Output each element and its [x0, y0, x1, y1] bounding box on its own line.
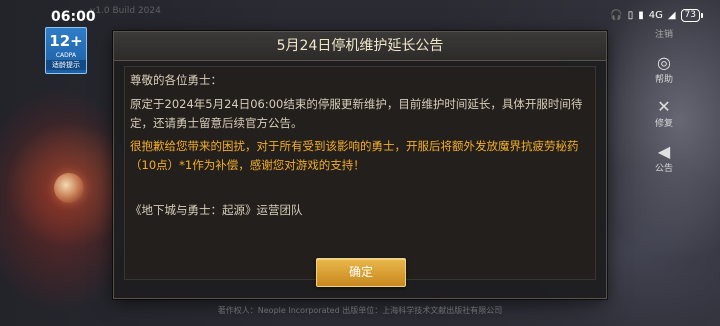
wifi-icon: ◢ — [667, 10, 676, 21]
status-icons: 🎧 ▯ ▮ 4G ◢ 73 — [610, 9, 704, 22]
age-rating-number: 12+ — [49, 32, 83, 50]
vibrate-icon: ▯ — [627, 10, 634, 21]
megaphone-icon: ◀ — [657, 142, 671, 161]
age-rating-tip: 适龄提示 — [46, 60, 86, 70]
glowing-orb-decoration — [54, 173, 84, 203]
version-text: v1.0 Build 2024 — [90, 6, 161, 16]
status-time: 06:00 — [51, 9, 96, 25]
logout-button[interactable]: 注销 — [655, 27, 673, 40]
help-icon: ◎ — [657, 53, 671, 72]
wrench-icon: ✕ — [657, 97, 671, 116]
greeting-text: 尊敬的各位勇士： — [130, 73, 222, 87]
compensation-text: 很抱歉给您带来的困扰，对于所有受到该影响的勇士，开服后将额外发放魔界抗疲劳秘药（… — [130, 139, 579, 172]
side-item-label: 修复 — [654, 119, 673, 129]
side-item-announcement[interactable]: ◀ 公告 — [652, 142, 676, 175]
age-rating-org: CADPA — [55, 52, 77, 59]
side-item-help[interactable]: ◎ 帮助 — [652, 53, 676, 86]
age-rating-badge[interactable]: 12+ CADPA 适龄提示 — [45, 27, 87, 74]
signature-text: 《地下城与勇士：起源》运营团队 — [130, 203, 303, 217]
announcement-content: 尊敬的各位勇士： 原定于2024年5月24日06:00结束的停服更新维护，目前维… — [124, 66, 596, 280]
dialog-title: 5月24日停机维护延长公告 — [114, 32, 606, 61]
battery-icon: 73 — [680, 9, 704, 22]
copyright-footer: 著作权人：Neople Incorporated 出版单位：上海科学技术文献出版… — [217, 306, 503, 315]
side-item-repair[interactable]: ✕ 修复 — [652, 97, 676, 130]
headphones-icon: 🎧 — [610, 10, 623, 21]
side-item-label: 公告 — [654, 164, 673, 174]
signal-icon: ▮ — [638, 10, 644, 21]
side-item-label: 帮助 — [654, 75, 673, 85]
confirm-button[interactable]: 确定 — [316, 258, 406, 287]
network-label: 4G — [648, 10, 663, 21]
delay-notice-text: 原定于2024年5月24日06:00结束的停服更新维护，目前维护时间延长，具体开… — [130, 97, 583, 130]
